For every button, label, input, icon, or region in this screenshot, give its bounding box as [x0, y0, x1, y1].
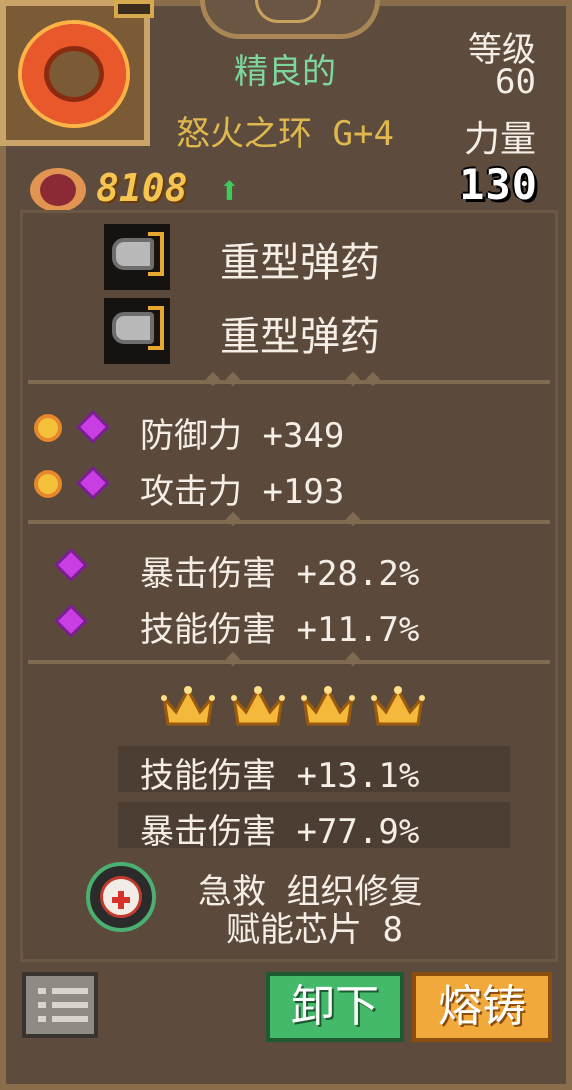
strength-value: 130	[459, 160, 538, 209]
sun-icon	[38, 418, 58, 438]
unequip-button[interactable]: 卸下	[266, 972, 404, 1042]
lock-icon[interactable]	[114, 0, 154, 18]
purple-gem-icon	[80, 470, 106, 496]
stat-row: 暴击伤害 +28.2%	[34, 546, 534, 594]
purple-gem-icon	[58, 608, 84, 634]
level-value: 60	[495, 62, 536, 102]
ammo-label: 重型弹药	[220, 314, 380, 360]
reforge-button[interactable]: 熔铸	[412, 972, 552, 1042]
stat-text: 暴击伤害 +28.2%	[140, 554, 420, 594]
ammo-row: 重型弹药	[104, 298, 504, 364]
crown-icon	[301, 686, 355, 726]
ammo-row: 重型弹药	[104, 224, 504, 290]
stat-text: 攻击力 +193	[140, 472, 345, 512]
purple-gem-icon	[80, 414, 106, 440]
divider	[28, 511, 550, 527]
crown-bonus-text: 暴击伤害 +77.9%	[140, 812, 420, 852]
strength-label: 力量	[463, 119, 536, 160]
crown-row	[160, 684, 440, 736]
crown-icon	[371, 686, 425, 726]
crown-icon	[161, 686, 215, 726]
ring-item-icon	[0, 0, 150, 146]
ammo-label: 重型弹药	[220, 240, 380, 286]
top-ornament	[200, 0, 380, 39]
heavy-ammo-icon	[104, 224, 170, 290]
crown-bonus-row: 技能伤害 +13.1%	[118, 746, 510, 796]
list-menu-button[interactable]	[22, 972, 98, 1038]
purple-gem-icon	[58, 552, 84, 578]
power-icon	[30, 168, 86, 212]
item-name: 怒火之环 G+4	[176, 114, 394, 154]
stat-row: 防御力 +349	[34, 408, 534, 456]
arrow-up-icon: ⬆	[218, 168, 241, 212]
crown-bonus-text: 技能伤害 +13.1%	[140, 756, 420, 796]
power-value: 8108	[96, 166, 188, 210]
divider	[28, 651, 550, 667]
divider	[28, 371, 550, 387]
heavy-ammo-icon	[104, 298, 170, 364]
item-rarity: 精良的	[234, 52, 336, 92]
crown-bonus-row: 暴击伤害 +77.9%	[118, 802, 510, 852]
stat-text: 防御力 +349	[140, 416, 345, 456]
stat-text: 技能伤害 +11.7%	[140, 610, 420, 650]
chip-subtitle: 赋能芯片 8	[226, 910, 403, 950]
crown-icon	[231, 686, 285, 726]
first-aid-chip-icon[interactable]	[86, 862, 156, 932]
sun-icon	[38, 474, 58, 494]
stat-row: 攻击力 +193	[34, 464, 534, 512]
stat-row: 技能伤害 +11.7%	[34, 602, 534, 650]
fire-ring-icon	[22, 24, 126, 124]
